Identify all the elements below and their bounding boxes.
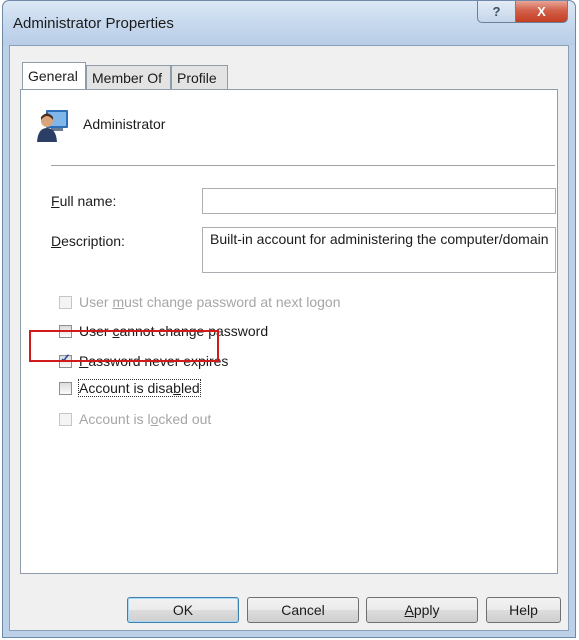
tab-member-of[interactable]: Member Of — [86, 65, 171, 89]
close-icon: X — [537, 4, 546, 19]
tab-profile[interactable]: Profile — [171, 65, 228, 89]
window-title: Administrator Properties — [13, 15, 174, 32]
user-name: Administrator — [83, 116, 166, 132]
tab-general[interactable]: General — [22, 62, 86, 89]
header-separator — [51, 165, 555, 166]
account-disabled-label: Account is disabled — [78, 379, 201, 397]
account-locked-out-checkbox[interactable]: Account is locked out — [59, 410, 211, 428]
close-button[interactable]: X — [515, 1, 568, 23]
question-mark-icon: ? — [492, 4, 501, 19]
checkbox-box — [59, 295, 72, 309]
tab-member-of-label: Member Of — [92, 69, 163, 86]
checkbox-box — [59, 381, 72, 395]
description-label: Description: — [51, 233, 125, 249]
highlight-annotation-box — [29, 330, 219, 362]
properties-dialog: Administrator Properties ? X General Mem… — [2, 0, 576, 638]
must-change-password-label: User must change password at next logon — [79, 294, 341, 310]
account-disabled-checkbox[interactable]: Account is disabled — [59, 379, 201, 397]
cancel-button[interactable]: Cancel — [247, 597, 359, 623]
user-icon — [37, 110, 68, 142]
ok-button[interactable]: OK — [127, 597, 239, 623]
full-name-field[interactable] — [202, 188, 556, 214]
must-change-password-checkbox[interactable]: User must change password at next logon — [59, 293, 341, 311]
apply-button[interactable]: Apply — [366, 597, 478, 623]
account-locked-out-label: Account is locked out — [79, 411, 212, 427]
checkbox-box — [59, 412, 72, 426]
full-name-label: Full name: — [51, 193, 117, 209]
tab-general-label: General — [28, 68, 78, 84]
title-bar[interactable]: Administrator Properties ? X — [3, 1, 575, 45]
description-field[interactable]: Built-in account for administering the c… — [202, 227, 556, 273]
help-button[interactable]: Help — [486, 597, 561, 623]
help-title-button[interactable]: ? — [477, 1, 516, 23]
tab-profile-label: Profile — [177, 69, 217, 86]
